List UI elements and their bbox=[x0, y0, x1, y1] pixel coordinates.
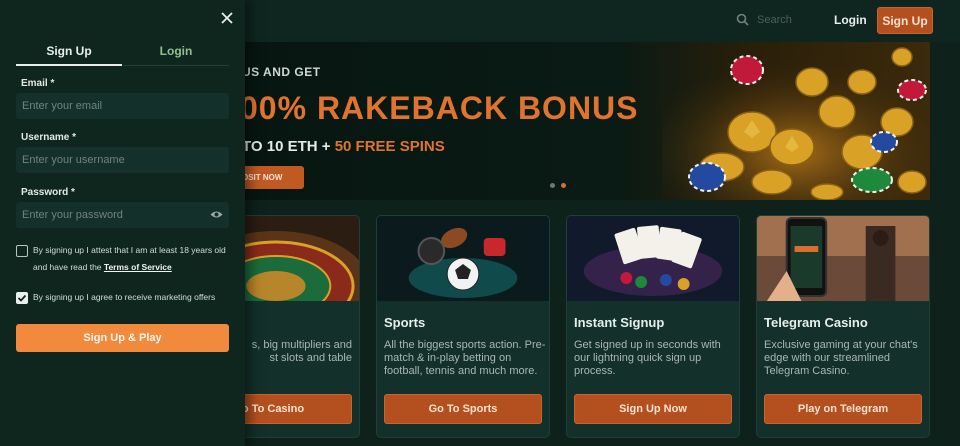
sign-up-now-button[interactable]: Sign Up Now bbox=[574, 394, 732, 424]
search-placeholder: Search bbox=[757, 13, 792, 26]
password-placeholder: Enter your password bbox=[22, 209, 123, 221]
header-login-link[interactable]: Login bbox=[834, 13, 867, 27]
play-on-telegram-button[interactable]: Play on Telegram bbox=[764, 394, 922, 424]
carousel-dot[interactable] bbox=[550, 183, 555, 188]
go-to-sports-button[interactable]: Go To Sports bbox=[384, 394, 542, 424]
header-signup-button[interactable]: Sign Up bbox=[877, 7, 933, 34]
promo-banner[interactable]: US AND GET 00% RAKEBACK BONUS TO 10 ETH … bbox=[232, 42, 930, 200]
telegram-phone-image bbox=[757, 216, 929, 301]
banner-title: 00% RAKEBACK BONUS bbox=[240, 90, 639, 126]
eye-icon[interactable] bbox=[210, 210, 223, 219]
terms-of-service-link[interactable]: Terms of Service bbox=[104, 262, 172, 272]
card-description: Exclusive gaming at your chat's edge wit… bbox=[764, 339, 918, 377]
card-title: Instant Signup bbox=[574, 315, 665, 330]
password-label: Password * bbox=[21, 187, 75, 198]
tab-sign-up[interactable]: Sign Up bbox=[16, 44, 122, 66]
banner-subtitle-main: TO 10 ETH + bbox=[242, 138, 335, 155]
username-placeholder: Enter your username bbox=[22, 154, 125, 166]
search-box[interactable]: Search bbox=[736, 13, 792, 26]
carousel-dot-active[interactable] bbox=[561, 183, 566, 188]
signup-panel: Sign Up Login Email * Enter your email U… bbox=[0, 0, 245, 446]
sign-up-and-play-button[interactable]: Sign Up & Play bbox=[16, 324, 229, 352]
banner-subtitle: TO 10 ETH + 50 FREE SPINS bbox=[242, 138, 445, 155]
sports-card: Sports All the biggest sports action. Pr… bbox=[376, 215, 550, 438]
banner-pretitle: US AND GET bbox=[242, 65, 321, 79]
close-icon[interactable] bbox=[219, 10, 235, 26]
playing-cards-image bbox=[567, 216, 739, 301]
sports-balls-image bbox=[377, 216, 549, 301]
age-consent-checkbox[interactable] bbox=[16, 245, 28, 257]
email-field[interactable]: Enter your email bbox=[16, 93, 229, 119]
search-icon bbox=[736, 13, 749, 26]
tab-login[interactable]: Login bbox=[123, 44, 229, 66]
banner-subtitle-accent: 50 FREE SPINS bbox=[334, 138, 445, 155]
card-description: All the biggest sports action. Pre-match… bbox=[384, 339, 546, 377]
email-placeholder: Enter your email bbox=[22, 100, 103, 112]
card-title: Telegram Casino bbox=[764, 315, 868, 330]
coins-and-chips-illustration bbox=[662, 42, 930, 200]
email-label: Email * bbox=[21, 78, 55, 89]
carousel-dots bbox=[550, 183, 566, 188]
card-description: Get signed up in seconds with our lightn… bbox=[574, 339, 721, 377]
auth-tabs: Sign Up Login bbox=[16, 44, 229, 66]
marketing-consent-label: By signing up I agree to receive marketi… bbox=[33, 292, 216, 302]
marketing-consent-checkbox[interactable] bbox=[16, 292, 28, 304]
card-title: Sports bbox=[384, 315, 426, 330]
instant-signup-card: Instant Signup Get signed up in seconds … bbox=[566, 215, 740, 438]
username-field[interactable]: Enter your username bbox=[16, 147, 229, 173]
username-label: Username * bbox=[21, 132, 77, 143]
telegram-casino-card: Telegram Casino Exclusive gaming at your… bbox=[756, 215, 930, 438]
password-field[interactable]: Enter your password bbox=[16, 202, 229, 228]
checkmark-icon bbox=[17, 294, 27, 302]
age-consent-text: By signing up I attest that I am at leas… bbox=[33, 242, 233, 276]
